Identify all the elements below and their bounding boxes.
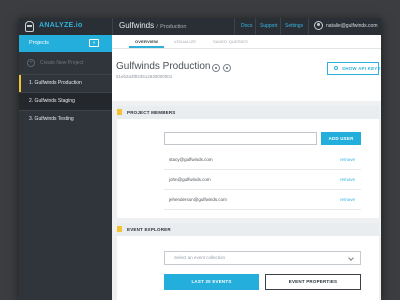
sidebar-item-label: 1. Gulfwinds Production bbox=[29, 80, 82, 86]
project-title: Gulfwinds Production bbox=[116, 61, 211, 72]
top-bar: ANALYZE.io Gulfwinds / Production Docs S… bbox=[19, 18, 381, 35]
show-api-keys-button[interactable]: SHOW API KEYS bbox=[327, 62, 381, 75]
remove-link[interactable]: remove bbox=[340, 190, 355, 210]
divider bbox=[255, 18, 256, 35]
delete-icon[interactable] bbox=[223, 64, 231, 72]
show-api-keys-label: SHOW API KEYS bbox=[342, 66, 381, 71]
collapse-sidebar-button[interactable]: « bbox=[89, 39, 99, 47]
sidebar-item-testing[interactable]: 3. Gulfwinds Testing bbox=[19, 110, 112, 128]
breadcrumb-sub: Production bbox=[160, 24, 187, 30]
panel-title: EVENT EXPLORER bbox=[127, 227, 171, 232]
brand[interactable]: ANALYZE.io bbox=[19, 18, 112, 35]
remove-link[interactable]: remove bbox=[340, 150, 355, 170]
active-indicator bbox=[19, 75, 21, 92]
create-project-label: Create New Project bbox=[40, 60, 84, 66]
key-icon bbox=[334, 66, 338, 70]
user-email[interactable]: natalie@gulfwinds.com bbox=[326, 18, 378, 35]
sidebar-header: Projects « bbox=[19, 35, 112, 52]
event-properties-button[interactable]: EVENT PROPERTIES bbox=[265, 274, 361, 290]
divider bbox=[234, 18, 235, 35]
project-id: 51eb2a3f843512630000001 bbox=[116, 74, 173, 79]
breadcrumb: Gulfwinds / Production bbox=[119, 21, 186, 30]
project-header: Gulfwinds Production 51eb2a3f84351263000… bbox=[112, 49, 381, 101]
select-placeholder: Select an event collection bbox=[174, 255, 226, 260]
member-email: john@gulfwinds.com bbox=[169, 177, 211, 182]
member-row: jehenderson@gulfwinds.com remove bbox=[164, 190, 361, 210]
sidebar-item-label: 2. Gulfwinds Staging bbox=[29, 98, 75, 104]
add-user-button[interactable]: ADD USER bbox=[321, 132, 361, 145]
divider bbox=[112, 18, 113, 35]
divider bbox=[308, 18, 309, 35]
app-window: ANALYZE.io Gulfwinds / Production Docs S… bbox=[19, 18, 381, 300]
nav-docs[interactable]: Docs bbox=[241, 18, 252, 35]
project-members-panel: PROJECT MEMBERS ADD USER stacy@gulfwinds… bbox=[117, 106, 379, 218]
plus-circle-icon: + bbox=[27, 59, 35, 67]
member-email: stacy@gulfwinds.com bbox=[169, 157, 213, 162]
sidebar-title: Projects bbox=[29, 40, 49, 46]
panel-header: EVENT EXPLORER bbox=[117, 223, 379, 236]
last-20-events-button[interactable]: LAST 20 EVENTS bbox=[164, 274, 259, 290]
breadcrumb-separator: / bbox=[156, 24, 158, 30]
brand-name: ANALYZE.io bbox=[39, 22, 83, 29]
nav-settings[interactable]: Settings bbox=[285, 18, 303, 35]
remove-link[interactable]: remove bbox=[340, 170, 355, 190]
user-avatar-icon[interactable] bbox=[314, 21, 323, 30]
event-collection-select[interactable]: Select an event collection bbox=[164, 251, 361, 265]
tab-saved-queries[interactable]: SAVED QUERIES bbox=[213, 35, 248, 48]
sidebar-item-staging[interactable]: 2. Gulfwinds Staging bbox=[19, 92, 112, 110]
sidebar-item-label: 3. Gulfwinds Testing bbox=[29, 116, 74, 122]
edit-icon[interactable] bbox=[212, 64, 220, 72]
chevron-down-icon bbox=[348, 255, 354, 261]
panel-header: PROJECT MEMBERS bbox=[117, 106, 379, 119]
logo-icon bbox=[25, 21, 34, 32]
tab-overview[interactable]: OVERVIEW bbox=[128, 35, 165, 48]
add-user-input[interactable] bbox=[164, 132, 317, 145]
create-project-button[interactable]: + Create New Project bbox=[19, 52, 112, 74]
panel-title: PROJECT MEMBERS bbox=[127, 110, 176, 115]
member-row: john@gulfwinds.com remove bbox=[164, 170, 361, 190]
tab-bar: OVERVIEW VISUALIZE SAVED QUERIES bbox=[112, 35, 381, 49]
section-marker bbox=[117, 109, 122, 115]
sidebar: Projects « + Create New Project 1. Gulfw… bbox=[19, 35, 112, 300]
breadcrumb-title[interactable]: Gulfwinds bbox=[119, 21, 154, 30]
nav-support[interactable]: Support bbox=[260, 18, 278, 35]
member-row: stacy@gulfwinds.com remove bbox=[164, 150, 361, 170]
section-marker bbox=[117, 226, 122, 232]
event-explorer-panel: EVENT EXPLORER Select an event collectio… bbox=[117, 223, 379, 300]
tab-visualize[interactable]: VISUALIZE bbox=[174, 35, 196, 48]
member-email: jehenderson@gulfwinds.com bbox=[169, 197, 227, 202]
divider bbox=[280, 18, 281, 35]
sidebar-item-production[interactable]: 1. Gulfwinds Production bbox=[19, 74, 112, 92]
